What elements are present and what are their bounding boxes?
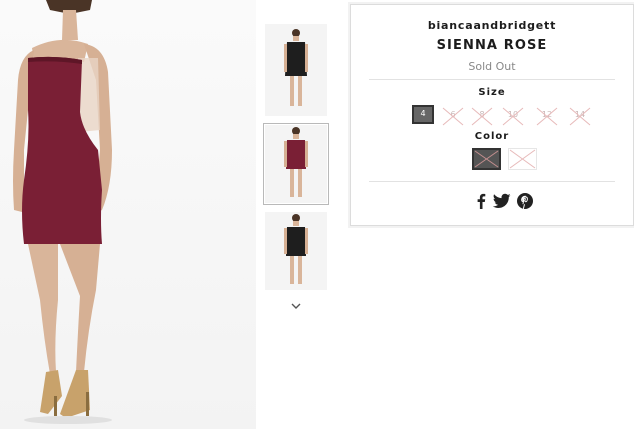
size-option-12[interactable]: 12 (536, 107, 558, 126)
size-option-4[interactable]: 4 (412, 105, 434, 124)
divider (369, 181, 615, 182)
color-option-burgundy[interactable] (508, 148, 537, 170)
color-option-black[interactable] (472, 148, 501, 170)
size-option-10[interactable]: 10 (502, 107, 524, 126)
product-info-panel: biancaandbridgett SIENNA ROSE Sold Out S… (350, 4, 634, 226)
twitter-icon[interactable] (492, 192, 512, 210)
thumbnail-1[interactable] (265, 24, 327, 116)
stock-status: Sold Out (468, 60, 516, 73)
main-product-image[interactable] (0, 0, 256, 429)
chevron-down-icon[interactable] (287, 298, 305, 312)
vendor-name[interactable]: biancaandbridgett (351, 19, 633, 32)
pinterest-icon[interactable] (516, 192, 534, 210)
color-label: Color (474, 131, 510, 142)
size-label: Size (478, 87, 506, 98)
thumbnail-2[interactable] (263, 123, 329, 205)
size-option-8[interactable]: 8 (471, 107, 493, 126)
product-title: SIENNA ROSE (436, 38, 548, 53)
facebook-icon[interactable] (472, 192, 490, 210)
thumbnail-3[interactable] (265, 212, 327, 290)
divider (369, 79, 615, 80)
size-option-6[interactable]: 6 (442, 107, 464, 126)
size-option-14[interactable]: 14 (569, 107, 591, 126)
